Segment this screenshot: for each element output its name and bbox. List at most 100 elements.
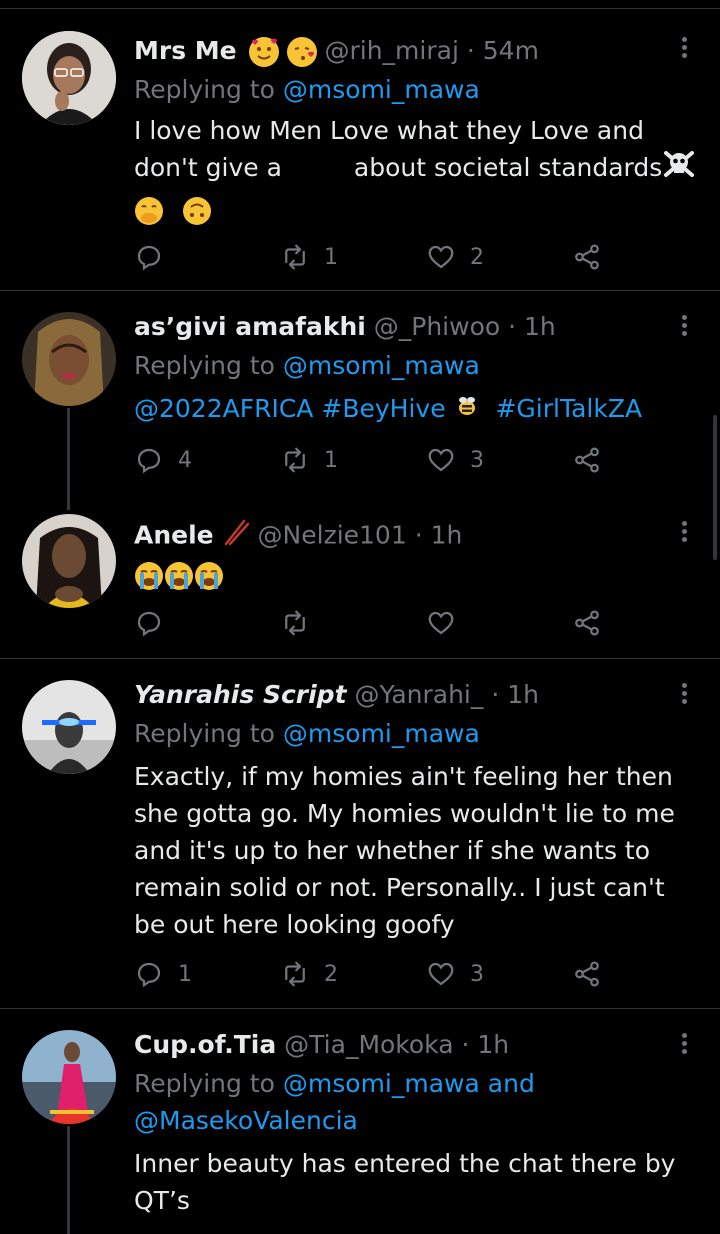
retweet-button[interactable] [280, 606, 324, 640]
timestamp[interactable]: 1h [431, 521, 463, 550]
more-options-icon[interactable] [672, 680, 696, 710]
retweet-icon [285, 447, 305, 473]
hashtag-link[interactable]: #GirlTalkZA [495, 394, 642, 423]
retweet-count: 2 [324, 961, 338, 987]
more-options-icon[interactable] [672, 312, 696, 342]
handle[interactable]: @Nelzie101 [258, 521, 407, 550]
reply-button[interactable]: 4 [134, 443, 192, 477]
tweet-text [134, 556, 694, 593]
tweet-text-line: @2022AFRICA #BeyHive #GirlTalkZA [134, 390, 694, 429]
loudly-crying-face-icon [164, 561, 194, 591]
tweet-text: Inner beauty has entered the chat there … [134, 1145, 694, 1219]
upside-down-face-icon [182, 196, 212, 226]
tweet-text: Exactly, if my homies ain't feeling her … [134, 758, 694, 943]
display-name[interactable]: as’givi amafakhi [134, 312, 366, 341]
avatar[interactable] [22, 1030, 116, 1124]
chopsticks-icon [222, 518, 250, 555]
handle[interactable]: @rih_miraj [324, 36, 458, 65]
divider [0, 1008, 720, 1009]
heart-icon [428, 962, 454, 986]
mention-link[interactable]: @msomi_mawa [283, 719, 480, 748]
retweet-icon [285, 961, 305, 987]
tweet-text-line: QT’s [134, 1186, 190, 1215]
reply-count: 4 [178, 447, 192, 473]
thread-line [67, 408, 70, 510]
share-button[interactable] [572, 606, 602, 640]
reply-icon [137, 611, 161, 637]
heart-icon [428, 611, 454, 635]
retweet-icon [285, 244, 305, 270]
like-count: 3 [470, 961, 484, 987]
like-button[interactable]: 2 [426, 240, 484, 274]
reply-icon [137, 448, 161, 474]
like-button[interactable] [426, 606, 470, 640]
like-button[interactable]: 3 [426, 957, 484, 991]
replying-to-continued: @MasekoValencia [134, 1104, 358, 1138]
retweet-button[interactable]: 1 [280, 443, 338, 477]
reply-icon [137, 962, 161, 988]
share-button[interactable] [572, 443, 602, 477]
tweet-header: Mrs Me @rih_miraj · 54m [134, 34, 539, 68]
reply-button[interactable] [134, 606, 178, 640]
mention-link[interactable]: @msomi_mawa [283, 351, 480, 380]
replying-to-and: and [487, 1069, 535, 1098]
separator: · [414, 520, 423, 550]
share-icon [575, 244, 599, 270]
retweet-button[interactable]: 2 [280, 957, 338, 991]
reply-button[interactable]: 1 [134, 957, 192, 991]
retweet-icon [285, 610, 305, 636]
scrollbar-thumb[interactable] [713, 415, 717, 560]
loudly-crying-face-icon [134, 561, 164, 591]
divider [0, 658, 720, 659]
tweet-text-line: remain solid or not. Personally.. I just… [134, 873, 665, 902]
mention-link[interactable]: @msomi_mawa [283, 75, 480, 104]
separator: · [508, 312, 517, 341]
avatar[interactable] [22, 31, 116, 125]
share-icon [575, 961, 599, 987]
timestamp[interactable]: 1h [477, 1030, 509, 1059]
heart-icon [428, 448, 454, 472]
avatar[interactable] [22, 312, 116, 406]
face-blowing-kiss-icon [286, 37, 317, 67]
retweet-count: 1 [324, 244, 338, 270]
mention-link[interactable]: @msomi_mawa [283, 1069, 480, 1098]
tweet-header: Cup.of.Tia @Tia_Mokoka · 1h [134, 1028, 509, 1062]
mention-link[interactable]: @2022AFRICA [134, 394, 313, 423]
handle[interactable]: @Tia_Mokoka [284, 1030, 453, 1059]
timestamp[interactable]: 54m [483, 36, 539, 65]
like-button[interactable]: 3 [426, 443, 484, 477]
more-options-icon[interactable] [672, 518, 696, 548]
tweet-text-line: she gotta go. My homies wouldn't lie to … [134, 799, 675, 828]
mention-link[interactable]: @MasekoValencia [134, 1106, 358, 1135]
share-button[interactable] [572, 957, 602, 991]
timestamp[interactable]: 1h [507, 680, 539, 709]
more-options-icon[interactable] [672, 34, 696, 64]
emoji-row [134, 191, 694, 228]
handle[interactable]: @_Phiwoo [374, 312, 500, 341]
timestamp[interactable]: 1h [524, 312, 556, 341]
handle[interactable]: @Yanrahi_ [354, 680, 483, 709]
more-options-icon[interactable] [672, 1030, 696, 1060]
display-name[interactable]: Mrs Me [134, 36, 237, 65]
hashtag-link[interactable]: #BeyHive [321, 394, 445, 423]
replying-to: Replying to @msomi_mawa and [134, 1067, 535, 1101]
retweet-button[interactable]: 1 [280, 240, 338, 274]
display-name[interactable]: Cup.of.Tia [134, 1030, 276, 1059]
replying-to: Replying to @msomi_mawa [134, 349, 480, 383]
smiling-face-with-hearts-icon [248, 37, 279, 67]
heart-icon [428, 245, 454, 269]
reply-button[interactable] [134, 240, 178, 274]
tweet-text-line: I love how Men Love what they Love and [134, 116, 644, 145]
avatar[interactable] [22, 680, 116, 774]
loudly-crying-face-icon [194, 561, 224, 591]
like-count: 2 [470, 244, 484, 270]
tweet-text-line: Exactly, if my homies ain't feeling her … [134, 762, 673, 791]
tweet-text-line: don't give a about societal standards [134, 149, 695, 189]
reply-count: 1 [178, 961, 192, 987]
share-button[interactable] [572, 240, 602, 274]
display-name[interactable]: Anele [134, 521, 214, 550]
display-name[interactable]: Yanrahis Script [134, 680, 347, 709]
avatar[interactable] [22, 514, 116, 608]
separator: · [461, 1030, 470, 1059]
share-icon [575, 447, 599, 473]
